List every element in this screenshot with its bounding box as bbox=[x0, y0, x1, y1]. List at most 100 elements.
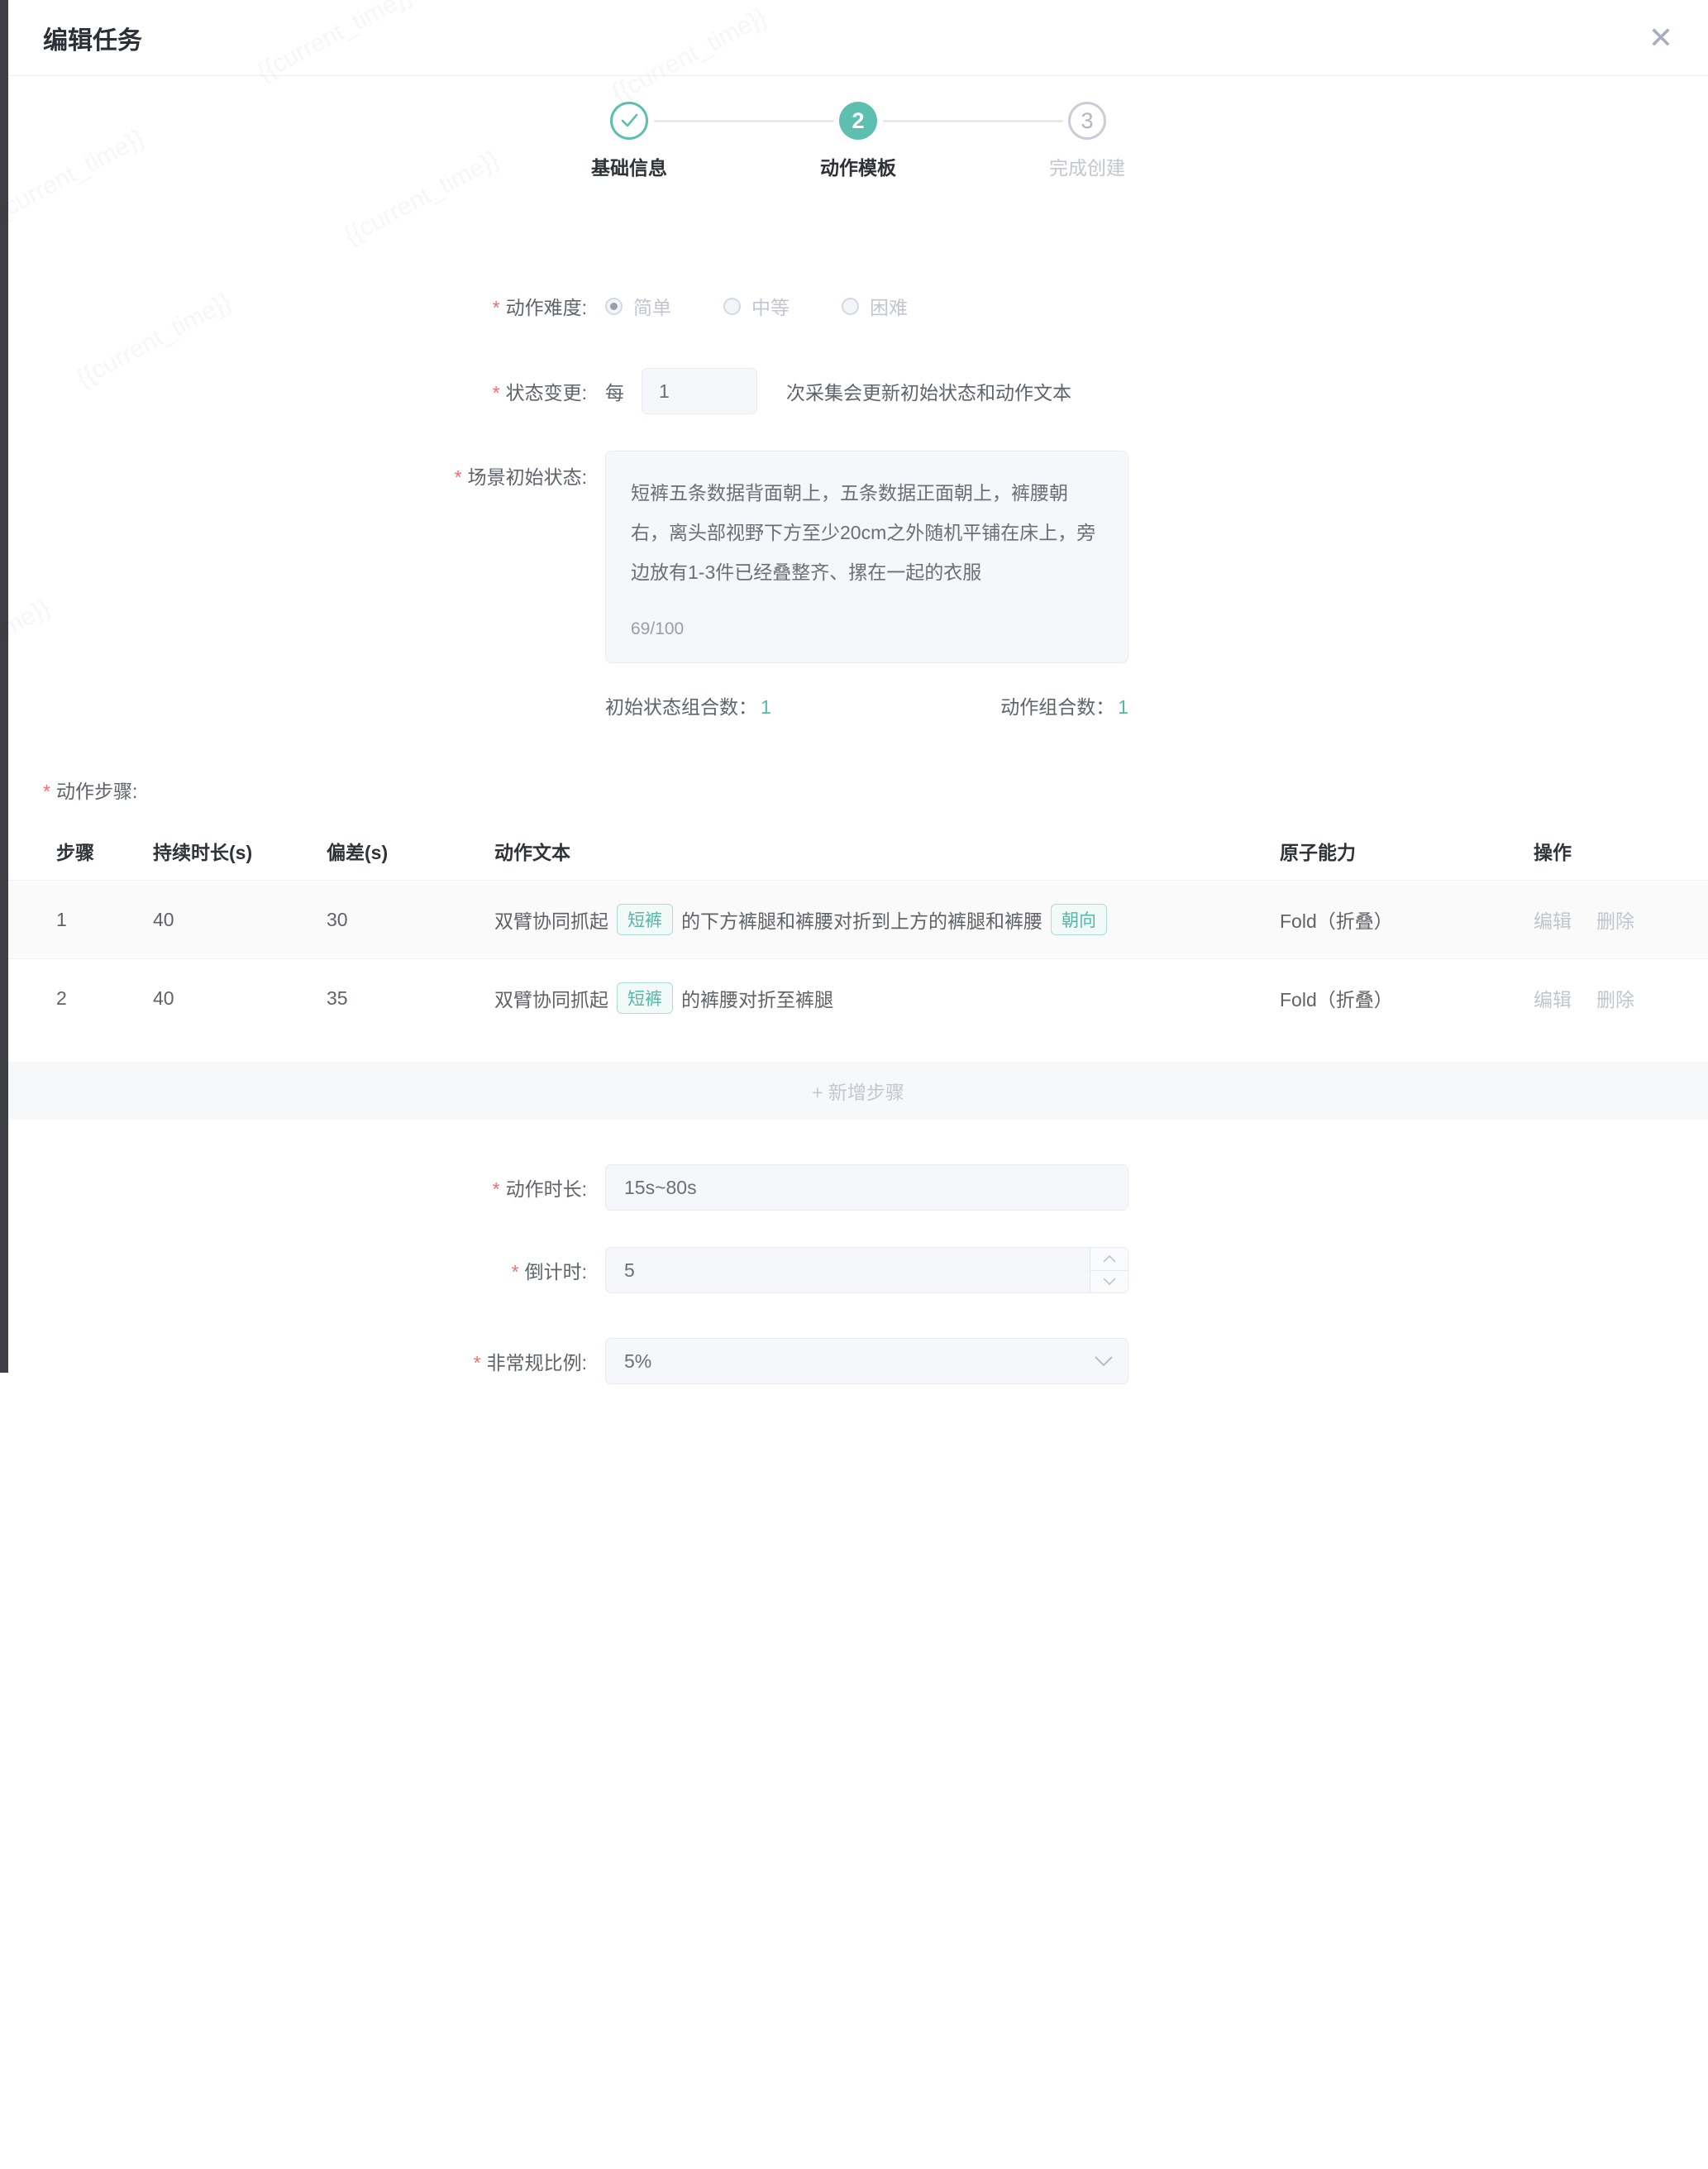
decrease-button[interactable] bbox=[1090, 1271, 1128, 1293]
step-label: 基础信息 bbox=[515, 152, 744, 180]
unusual-ratio-row: *非常规比例: 5% bbox=[8, 1338, 1708, 1384]
action-duration-value: 15s~80s bbox=[624, 1177, 697, 1199]
bottom-form: *动作时长: 15s~80s *倒计时: 5 bbox=[8, 1164, 1708, 1384]
header-duration: 持续时长(s) bbox=[153, 837, 327, 865]
action-combo-count: 动作组合数：1 bbox=[1000, 691, 1128, 714]
cell-duration: 40 bbox=[153, 987, 327, 1010]
stepper: 基础信息 2 动作模板 3 完成创建 bbox=[515, 102, 1202, 193]
difficulty-options: 简单 中等 困难 bbox=[605, 292, 960, 320]
required-marker: * bbox=[474, 1352, 481, 1374]
chevron-up-icon bbox=[1103, 1255, 1116, 1263]
radio-hard[interactable]: 困难 bbox=[842, 292, 908, 320]
cell-atomic-ability: Fold（折叠） bbox=[1280, 905, 1534, 934]
state-change-input[interactable]: 1 bbox=[642, 368, 757, 414]
step-basic-info: 基础信息 bbox=[515, 102, 744, 180]
close-icon[interactable]: ✕ bbox=[1648, 23, 1673, 53]
table-row: 2 40 35 双臂协同抓起 短裤 的裤腰对折至裤腿 Fold（折叠） 编辑 删… bbox=[8, 958, 1708, 1037]
radio-medium[interactable]: 中等 bbox=[723, 292, 790, 320]
check-icon bbox=[618, 109, 641, 132]
edit-link[interactable]: 编辑 bbox=[1534, 905, 1572, 934]
initial-state-combo-count: 初始状态组合数：1 bbox=[605, 691, 771, 714]
state-change-label: *状态变更: bbox=[8, 377, 587, 405]
radio-label: 中等 bbox=[751, 292, 790, 320]
step-complete-creation: 3 完成创建 bbox=[973, 102, 1202, 180]
countdown-value: 5 bbox=[624, 1259, 635, 1282]
object-tag: 短裤 bbox=[617, 904, 673, 935]
unusual-ratio-value: 5% bbox=[624, 1350, 651, 1373]
radio-label: 简单 bbox=[633, 292, 671, 320]
number-spinner bbox=[1090, 1248, 1128, 1292]
countdown-label: *倒计时: bbox=[8, 1256, 587, 1284]
initial-state-textarea[interactable]: 短裤五条数据背面朝上，五条数据正面朝上，裤腰朝右，离头部视野下方至少20cm之外… bbox=[605, 451, 1128, 663]
state-change-prefix: 每 bbox=[605, 377, 624, 405]
action-combo-value: 1 bbox=[1118, 696, 1128, 718]
header-action-text: 动作文本 bbox=[494, 837, 1280, 865]
add-step-button[interactable]: + 新增步骤 bbox=[8, 1062, 1708, 1120]
step-action-template: 2 动作模板 bbox=[744, 102, 973, 180]
header-deviation: 偏差(s) bbox=[327, 837, 494, 865]
step-label: 动作模板 bbox=[744, 152, 973, 180]
cell-step: 1 bbox=[56, 909, 153, 931]
state-change-suffix: 次采集会更新初始状态和动作文本 bbox=[786, 377, 1071, 405]
action-template-form: *动作难度: 简单 中等 困难 *状态变更: bbox=[8, 291, 1708, 1384]
initial-state-text: 短裤五条数据背面朝上，五条数据正面朝上，裤腰朝右，离头部视野下方至少20cm之外… bbox=[631, 482, 1095, 583]
radio-simple[interactable]: 简单 bbox=[605, 292, 671, 320]
initial-state-row: *场景初始状态: 短裤五条数据背面朝上，五条数据正面朝上，裤腰朝右，离头部视野下… bbox=[8, 451, 1708, 663]
chevron-down-icon bbox=[1095, 1356, 1113, 1366]
difficulty-label: *动作难度: bbox=[8, 292, 587, 320]
cell-operation: 编辑 删除 bbox=[1534, 905, 1708, 934]
initial-combo-value: 1 bbox=[761, 696, 771, 718]
cell-deviation: 30 bbox=[327, 909, 494, 931]
difficulty-row: *动作难度: 简单 中等 困难 bbox=[8, 291, 1708, 321]
countdown-input[interactable]: 5 bbox=[605, 1247, 1128, 1293]
cell-action-text: 双臂协同抓起 短裤 的下方裤腿和裤腰对折到上方的裤腿和裤腰 朝向 bbox=[494, 904, 1280, 935]
cell-step: 2 bbox=[56, 987, 153, 1010]
initial-state-label: *场景初始状态: bbox=[8, 451, 587, 490]
cell-action-text: 双臂协同抓起 短裤 的裤腰对折至裤腿 bbox=[494, 982, 1280, 1014]
combo-counts-row: 初始状态组合数：1 动作组合数：1 bbox=[605, 691, 1128, 714]
unusual-ratio-label: *非常规比例: bbox=[8, 1347, 587, 1375]
dialog-header: 编辑任务 ✕ bbox=[8, 0, 1708, 76]
required-marker: * bbox=[493, 1178, 500, 1200]
header-atomic-ability: 原子能力 bbox=[1280, 837, 1534, 865]
action-steps-table: 步骤 持续时长(s) 偏差(s) 动作文本 原子能力 操作 1 40 30 双臂… bbox=[8, 822, 1708, 1120]
header-step: 步骤 bbox=[56, 837, 153, 865]
increase-button[interactable] bbox=[1090, 1248, 1128, 1271]
object-tag: 短裤 bbox=[617, 982, 673, 1014]
radio-button-icon bbox=[605, 298, 623, 315]
required-marker: * bbox=[493, 382, 500, 404]
step-2-circle: 2 bbox=[839, 102, 877, 140]
edit-link[interactable]: 编辑 bbox=[1534, 984, 1572, 1012]
step-label: 完成创建 bbox=[973, 152, 1202, 180]
delete-link[interactable]: 删除 bbox=[1596, 905, 1634, 934]
countdown-row: *倒计时: 5 bbox=[8, 1247, 1708, 1293]
action-duration-label: *动作时长: bbox=[8, 1173, 587, 1202]
action-steps-section-label: *动作步骤: bbox=[43, 776, 1708, 800]
unusual-ratio-select[interactable]: 5% bbox=[605, 1338, 1128, 1384]
dialog-title: 编辑任务 bbox=[43, 20, 142, 56]
action-duration-input[interactable]: 15s~80s bbox=[605, 1164, 1128, 1211]
required-marker: * bbox=[43, 781, 50, 802]
table-row: 1 40 30 双臂协同抓起 短裤 的下方裤腿和裤腰对折到上方的裤腿和裤腰 朝向… bbox=[8, 880, 1708, 958]
action-duration-row: *动作时长: 15s~80s bbox=[8, 1164, 1708, 1211]
char-counter: 69/100 bbox=[631, 609, 684, 649]
header-operation: 操作 bbox=[1534, 837, 1708, 865]
radio-button-icon bbox=[842, 298, 859, 315]
cell-operation: 编辑 删除 bbox=[1534, 984, 1708, 1012]
required-marker: * bbox=[455, 466, 462, 488]
chevron-down-icon bbox=[1103, 1278, 1116, 1285]
check-circle-icon bbox=[610, 102, 648, 140]
step-3-circle: 3 bbox=[1068, 102, 1106, 140]
radio-label: 困难 bbox=[870, 292, 908, 320]
required-marker: * bbox=[512, 1261, 519, 1283]
table-header-row: 步骤 持续时长(s) 偏差(s) 动作文本 原子能力 操作 bbox=[8, 822, 1708, 880]
state-change-row: *状态变更: 每 1 次采集会更新初始状态和动作文本 bbox=[8, 368, 1708, 414]
cell-atomic-ability: Fold（折叠） bbox=[1280, 984, 1534, 1012]
background-page-edge bbox=[0, 0, 8, 1373]
edit-task-dialog: {{current_time}}{{current_time}}{{curren… bbox=[8, 0, 1708, 1373]
orientation-tag: 朝向 bbox=[1051, 904, 1107, 935]
radio-button-icon bbox=[723, 298, 741, 315]
cell-deviation: 35 bbox=[327, 987, 494, 1010]
delete-link[interactable]: 删除 bbox=[1596, 984, 1634, 1012]
required-marker: * bbox=[493, 297, 500, 318]
